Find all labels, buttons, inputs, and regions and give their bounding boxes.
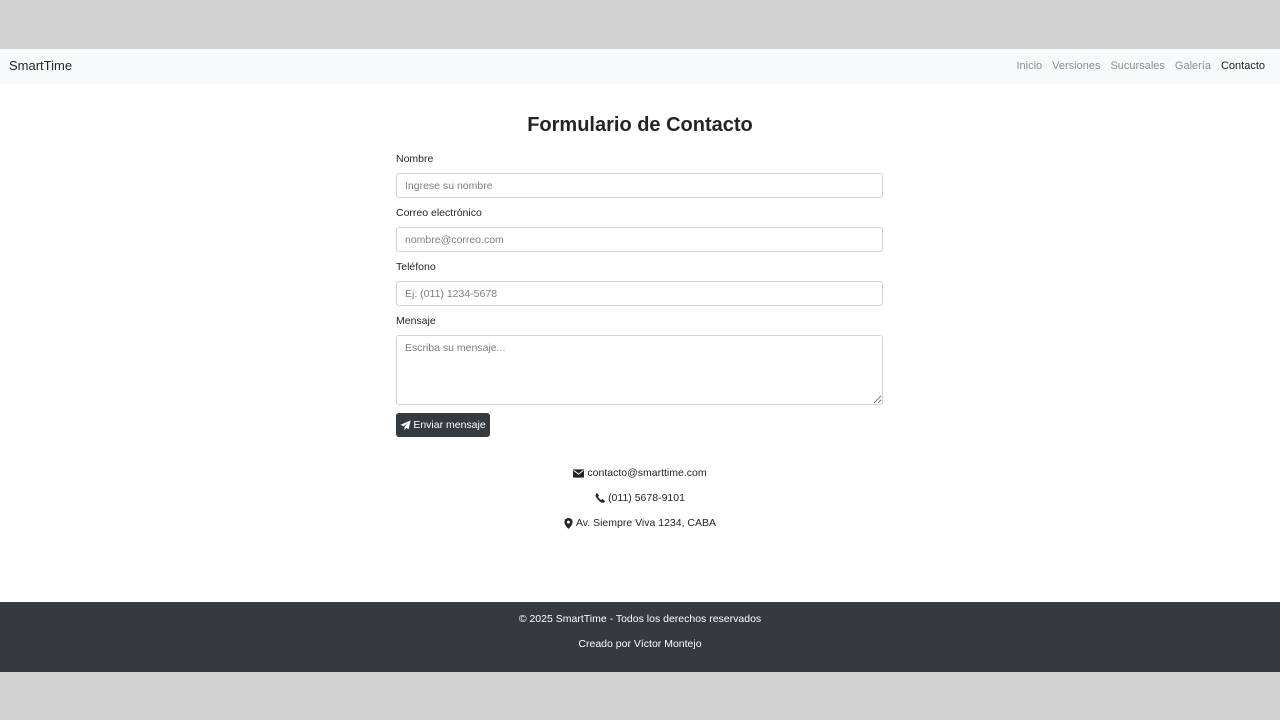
- page-title: Formulario de Contacto: [527, 114, 753, 136]
- message-textarea[interactable]: [396, 335, 883, 405]
- contact-phone: (011) 5678-9101: [0, 492, 1280, 504]
- name-label: Nombre: [396, 153, 434, 165]
- email-label: Correo electrónico: [396, 207, 482, 219]
- name-input[interactable]: [396, 173, 883, 198]
- nav-item-galeria[interactable]: Galería: [1175, 60, 1211, 72]
- footer-copyright: © 2025 SmartTime - Todos los derechos re…: [518, 613, 762, 625]
- brand-logo-text[interactable]: SmartTime: [9, 58, 72, 73]
- contact-phone-text[interactable]: (011) 5678-9101: [608, 492, 685, 504]
- contact-address: Av. Siempre Viva 1234, CABA: [0, 517, 1280, 529]
- paper-plane-icon: [400, 419, 411, 431]
- map-marker-icon: [564, 517, 573, 529]
- nav-item-sucursales[interactable]: Sucursales: [1110, 60, 1164, 72]
- contact-email: contacto@smarttime.com: [0, 467, 1280, 479]
- nav-menu: Inicio Versiones Sucursales Galería Cont…: [1016, 60, 1265, 72]
- name-group: Nombre: [396, 153, 883, 207]
- navbar: SmartTime Inicio Versiones Sucursales Ga…: [0, 49, 1280, 84]
- footer-credit: Creado por Víctor Montejo: [578, 638, 702, 650]
- footer: © 2025 SmartTime - Todos los derechos re…: [0, 602, 1280, 672]
- send-message-button[interactable]: Enviar mensaje: [396, 413, 490, 437]
- phone-group: Teléfono: [396, 261, 883, 315]
- nav-item-contacto[interactable]: Contacto: [1221, 60, 1265, 72]
- contact-address-text: Av. Siempre Viva 1234, CABA: [575, 517, 717, 529]
- page: SmartTime Inicio Versiones Sucursales Ga…: [0, 49, 1280, 672]
- phone-label: Teléfono: [396, 261, 436, 273]
- message-label: Mensaje: [396, 315, 436, 327]
- message-group: Mensaje: [396, 315, 883, 405]
- phone-icon: [595, 493, 605, 503]
- contact-email-text[interactable]: contacto@smarttime.com: [587, 467, 706, 479]
- contact-form: Nombre Correo electrónico Teléfono Mensa…: [396, 153, 883, 405]
- phone-input[interactable]: [396, 281, 883, 306]
- email-group: Correo electrónico: [396, 207, 883, 261]
- envelope-icon: [573, 468, 585, 478]
- send-message-label: Enviar mensaje: [413, 419, 486, 431]
- nav-item-versiones[interactable]: Versiones: [1052, 60, 1100, 72]
- nav-item-inicio[interactable]: Inicio: [1016, 60, 1042, 72]
- email-input[interactable]: [396, 227, 883, 252]
